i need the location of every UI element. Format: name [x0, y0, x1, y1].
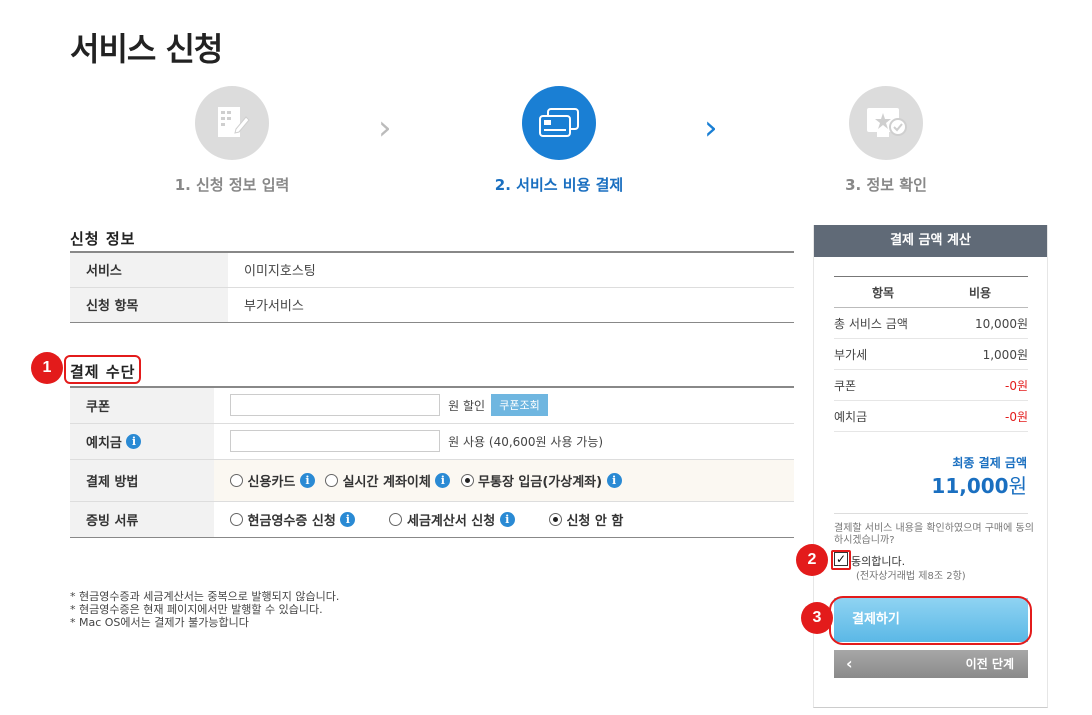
confirm-text: 결제할 서비스 내용을 확인하였으며 구매에 동의하시겠습니까? [834, 523, 1034, 546]
step-3: 3. 정보 확인 [786, 86, 986, 195]
coupon-suffix: 원 할인 [448, 398, 486, 413]
application-info-table: 서비스 이미지호스팅 신청 항목 부가서비스 [70, 251, 794, 323]
info-icon[interactable]: i [606, 472, 622, 488]
payment-method-table: 쿠폰 원 할인 쿠폰조회 예치금 i 원 사용 (40,600원 사용 가능) … [70, 386, 794, 538]
coupon-label: 쿠폰 [70, 387, 214, 424]
deposit-input[interactable] [230, 430, 440, 452]
callout-badge-3: 3 [801, 602, 833, 634]
row-value: -0원 [932, 400, 1028, 432]
radio-bank-transfer[interactable]: 실시간 계좌이체 i [325, 471, 451, 490]
table-row: 증빙 서류 현금영수증 신청 i 세금계산서 신청 i 신청 안 함 [70, 501, 794, 538]
info-icon[interactable]: i [435, 472, 451, 488]
callout-badge-2: 2 [796, 544, 828, 576]
chevron-right-active-icon: › [704, 108, 718, 148]
highlight-box-2 [831, 550, 851, 570]
application-item-label: 신청 항목 [70, 287, 228, 323]
col-cost: 비용 [932, 276, 1028, 308]
row-value: -0원 [932, 369, 1028, 401]
note-line: * 현금영수증은 현재 페이지에서만 발행할 수 있습니다. [70, 603, 323, 616]
credit-card-icon [522, 86, 596, 160]
radio-cash-receipt[interactable]: 현금영수증 신청 i [230, 510, 356, 529]
row-value: 10,000원 [932, 307, 1028, 339]
highlight-box-1 [64, 355, 141, 384]
application-item-value: 부가서비스 [228, 287, 794, 323]
note-line: * Mac OS에서는 결제가 불가능합니다 [70, 616, 249, 629]
deposit-label: 예치금 [86, 435, 122, 451]
row-label: 총 서비스 금액 [834, 307, 932, 339]
monitor-check-icon [849, 86, 923, 160]
radio-no-receipt[interactable]: 신청 안 함 [548, 510, 623, 529]
divider [834, 513, 1028, 514]
callout-badge-1: 1 [31, 352, 63, 384]
step-3-label: 3. 정보 확인 [845, 176, 927, 194]
final-amount: 11,000원 [931, 474, 1027, 498]
step-2-label: 2. 서비스 비용 결제 [494, 176, 624, 194]
table-row: 쿠폰 원 할인 쿠폰조회 [70, 387, 794, 424]
prev-step-button[interactable]: ‹ 이전 단계 [834, 650, 1028, 678]
row-label: 예치금 [834, 400, 932, 432]
table-row: 예치금 i 원 사용 (40,600원 사용 가능) [70, 423, 794, 460]
law-note: (전자상거래법 제8조 2항) [856, 571, 966, 582]
table-row: 쿠폰 -0원 [834, 369, 1028, 401]
info-icon[interactable]: i [340, 511, 356, 527]
radio-tax-invoice[interactable]: 세금계산서 신청 i [389, 510, 515, 529]
notes: * 현금영수증과 세금계산서는 중복으로 발행되지 않습니다. * 현금영수증은… [70, 590, 339, 629]
row-label: 쿠폰 [834, 369, 932, 401]
coupon-input[interactable] [230, 394, 440, 417]
table-row: 예치금 -0원 [834, 400, 1028, 432]
chevron-left-icon: ‹ [846, 654, 853, 673]
page-title: 서비스 신청 [70, 30, 223, 68]
chevron-right-icon: › [378, 108, 392, 148]
col-item: 항목 [834, 276, 932, 308]
highlight-box-3 [829, 596, 1032, 645]
radio-virtual-account[interactable]: 무통장 입금(가상계좌) i [460, 471, 622, 490]
summary-table: 항목 비용 총 서비스 금액 10,000원 부가세 1,000원 쿠폰 -0원 예치… [834, 276, 1028, 432]
document-edit-icon [195, 86, 269, 160]
summary-header: 결제 금액 계산 [814, 225, 1047, 257]
radio-credit-card[interactable]: 신용카드 i [230, 471, 315, 490]
step-2: 2. 서비스 비용 결제 [459, 86, 659, 195]
application-info-title: 신청 정보 [70, 230, 136, 248]
row-label: 부가세 [834, 338, 932, 370]
coupon-lookup-button[interactable]: 쿠폰조회 [491, 394, 548, 417]
table-row: 부가세 1,000원 [834, 338, 1028, 370]
service-label: 서비스 [70, 252, 228, 288]
service-value: 이미지호스팅 [228, 252, 794, 288]
table-row: 서비스 이미지호스팅 [70, 252, 794, 288]
final-amount-label: 최종 결제 금액 [952, 456, 1027, 470]
payment-method-label: 결제 방법 [70, 459, 214, 502]
table-row: 결제 방법 신용카드 i 실시간 계좌이체 i 무통장 입금(가상계좌) i [70, 459, 794, 502]
info-icon[interactable]: i [499, 511, 515, 527]
step-1-label: 1. 신청 정보 입력 [174, 176, 290, 194]
info-icon[interactable]: i [126, 433, 142, 449]
receipt-label: 증빙 서류 [70, 501, 214, 538]
step-1: 1. 신청 정보 입력 [132, 86, 332, 195]
row-value: 1,000원 [932, 338, 1028, 370]
table-row: 총 서비스 금액 10,000원 [834, 307, 1028, 339]
note-line: * 현금영수증과 세금계산서는 중복으로 발행되지 않습니다. [70, 590, 340, 603]
table-row: 신청 항목 부가서비스 [70, 287, 794, 323]
deposit-suffix: 원 사용 (40,600원 사용 가능) [448, 434, 604, 449]
info-icon[interactable]: i [299, 472, 315, 488]
